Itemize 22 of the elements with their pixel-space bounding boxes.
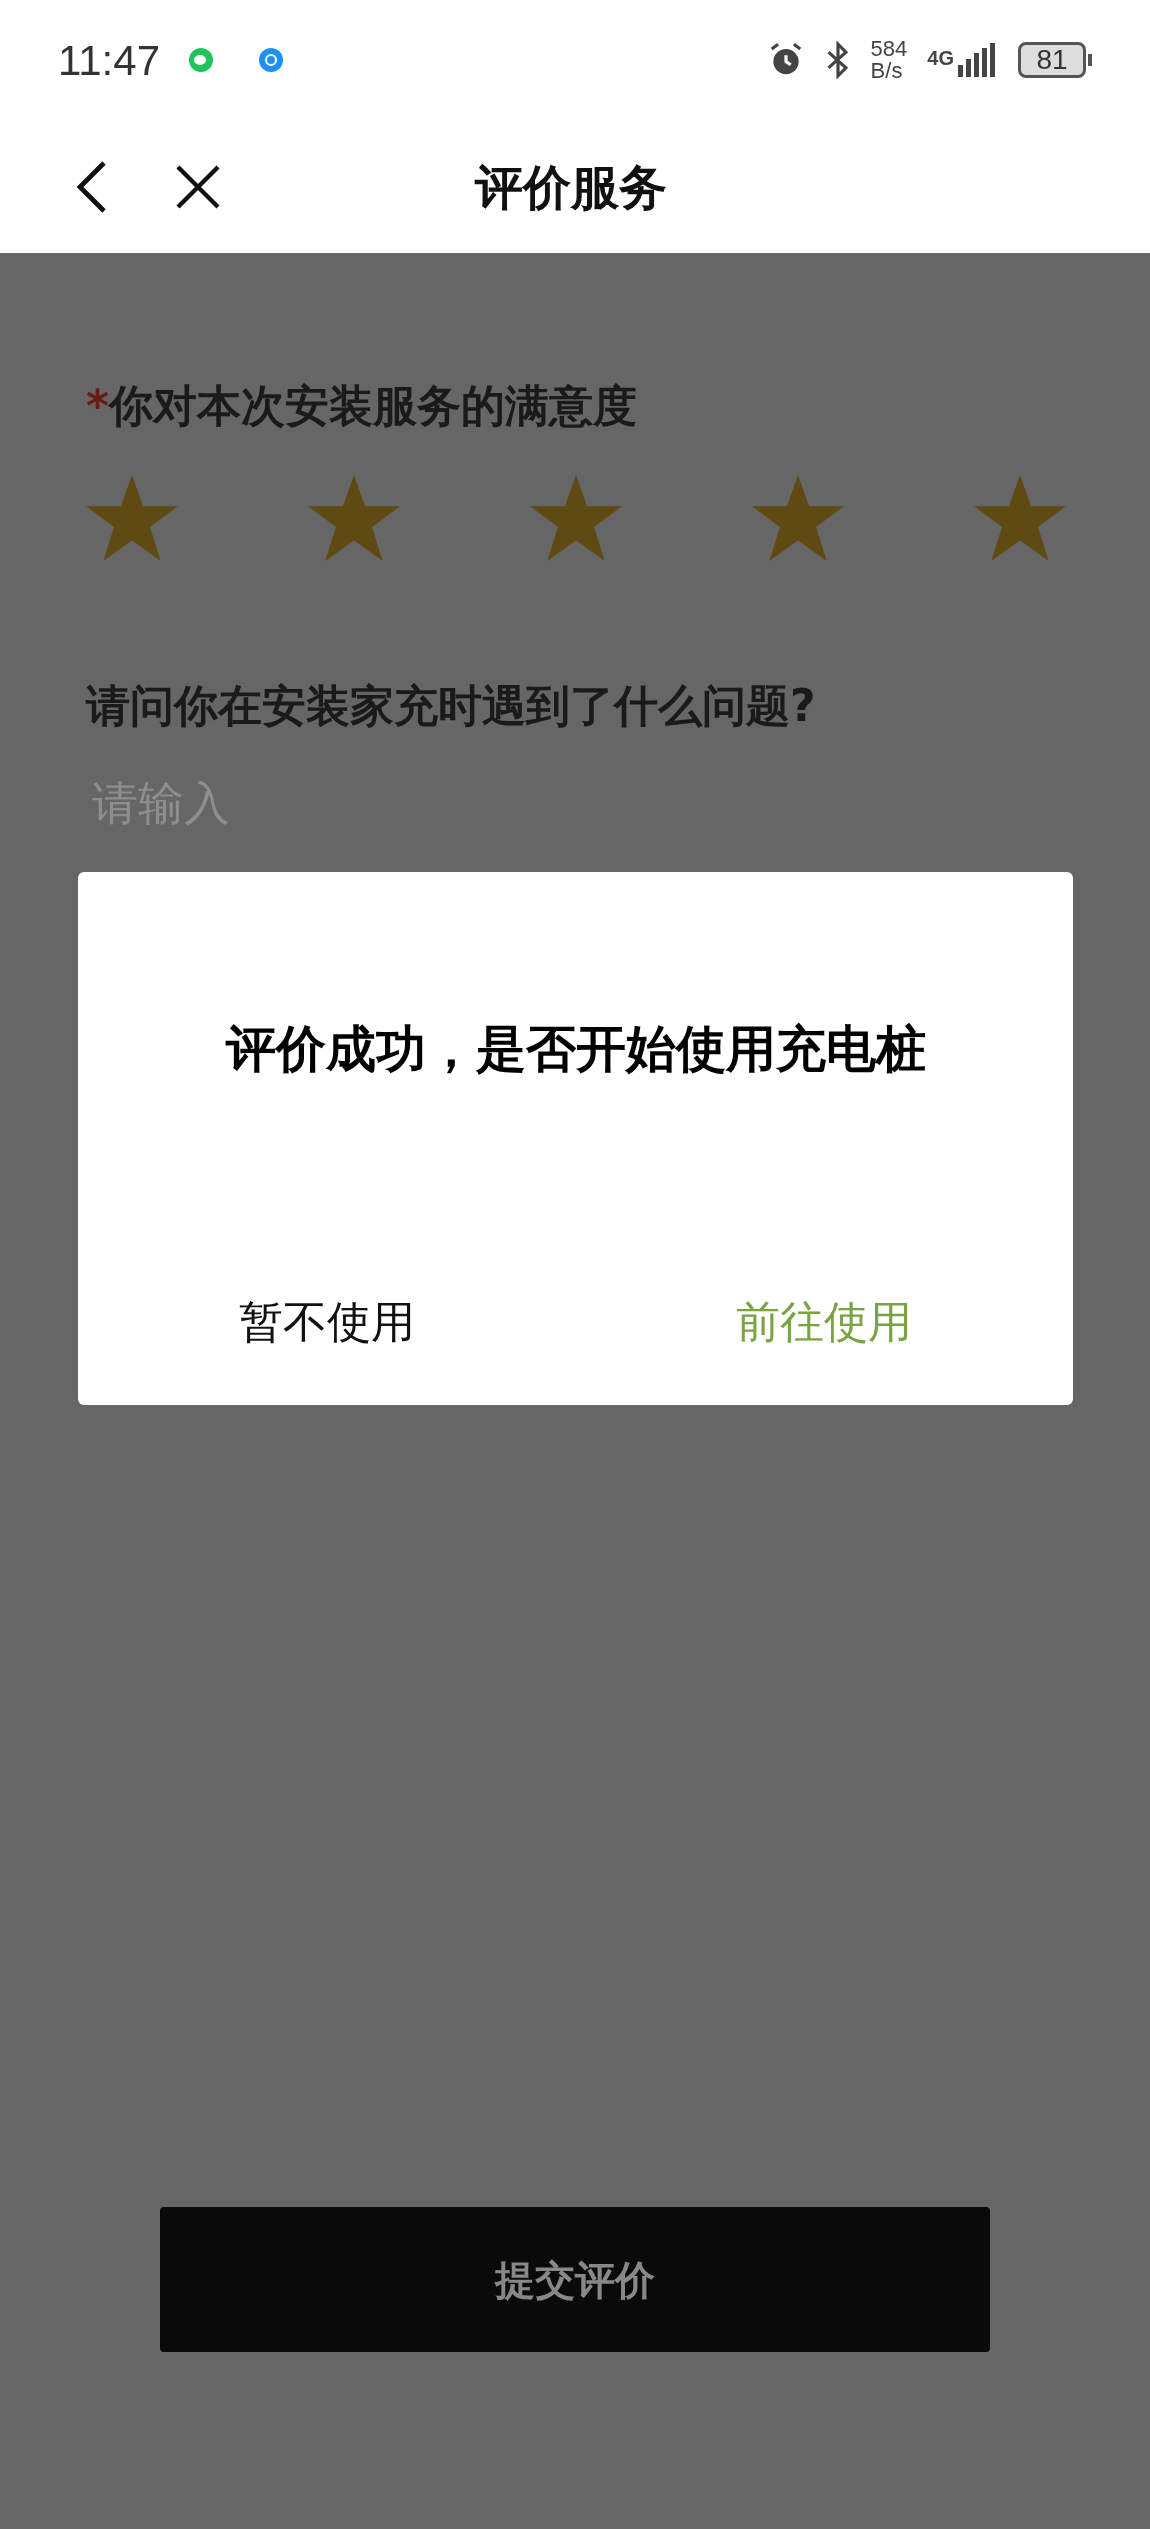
rating-label: 你对本次安装服务的满意度: [109, 379, 637, 433]
page-title: 评价服务: [475, 157, 667, 217]
confirm-button[interactable]: 前往使用: [575, 1281, 1073, 1363]
star-icon[interactable]: [752, 475, 844, 563]
star-icon[interactable]: [86, 475, 178, 563]
submit-button[interactable]: 提交评价: [160, 2207, 990, 2352]
close-icon[interactable]: [174, 162, 222, 211]
chat-app-icon: [188, 47, 214, 73]
signal-icon: [958, 43, 998, 77]
cancel-button[interactable]: 暂不使用: [78, 1281, 576, 1363]
network-type: 4G: [927, 46, 954, 71]
network-speed-unit: B/s: [870, 60, 904, 82]
question-label: 请问你在安装家充时遇到了什么问题?: [86, 679, 817, 733]
network-speed: 584: [870, 38, 908, 60]
required-mark: *: [86, 379, 109, 433]
star-icon[interactable]: [974, 475, 1066, 563]
status-time: 11:47: [58, 35, 160, 86]
star-icon[interactable]: [530, 475, 622, 563]
star-icon[interactable]: [308, 475, 400, 563]
app-icon: [258, 47, 284, 73]
battery-level: 81: [1036, 46, 1068, 74]
dialog-title: 评价成功，是否开始使用充电桩: [224, 1019, 927, 1080]
